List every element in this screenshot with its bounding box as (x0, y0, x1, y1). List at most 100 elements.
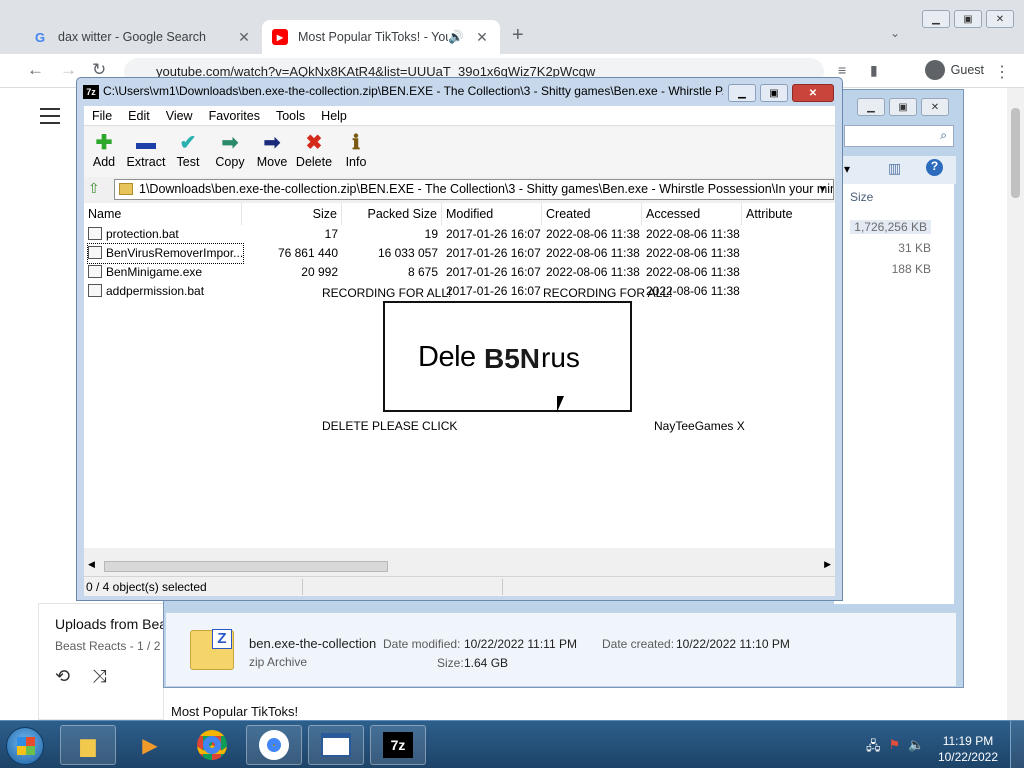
back-arrow-icon[interactable]: ← (27, 60, 44, 80)
clock[interactable]: 11:19 PM 10/22/2022 (938, 733, 998, 765)
table-row[interactable]: protection.bat 17 19 2017-01-26 16:07 20… (84, 225, 835, 244)
taskbar: ▆ ▶ 7z 🖧 ⚑ 🔈 11:19 PM 10/22/2022 (0, 720, 1024, 768)
chevron-down-icon[interactable]: ▼ (818, 180, 827, 199)
close-icon[interactable]: ✕ (474, 29, 490, 46)
minus-icon: ▬ (136, 132, 156, 154)
horizontal-scrollbar[interactable]: ◀ ▶ (84, 558, 835, 575)
close-button[interactable]: ✕ (792, 84, 834, 102)
taskbar-chrome[interactable] (184, 725, 240, 765)
shuffle-icon[interactable]: ⤨ (92, 666, 106, 687)
action-center-icon[interactable]: ⚑ (889, 737, 901, 759)
close-icon[interactable]: ✕ (236, 29, 252, 46)
file-modified: 2017-01-26 16:07 (446, 284, 541, 298)
file-name: BenMinigame.exe (88, 263, 202, 282)
view-options-icon[interactable]: ▾ (844, 162, 850, 176)
help-icon[interactable]: ? (926, 159, 943, 176)
more-menu-icon[interactable]: ⋮ (994, 62, 1010, 82)
menu-help[interactable]: Help (321, 109, 347, 123)
menu-view[interactable]: View (166, 109, 193, 123)
tab-youtube[interactable]: ▶ Most Popular TikToks! - YouT 🔊 ✕ (262, 20, 500, 54)
close-button[interactable]: ✕ (986, 10, 1014, 28)
search-icon: ⌕ (940, 128, 947, 142)
info-button[interactable]: ℹ Info (334, 131, 378, 169)
maximize-button[interactable]: ▣ (760, 84, 788, 102)
forward-arrow-icon[interactable]: → (60, 60, 77, 80)
minimize-button[interactable]: ▁ (728, 84, 756, 102)
table-row[interactable]: BenMinigame.exe 20 992 8 675 2017-01-26 … (84, 263, 835, 282)
column-created[interactable]: Created (542, 203, 642, 225)
menu-tools[interactable]: Tools (276, 109, 305, 123)
side-panel-icon[interactable]: ▮ (870, 62, 878, 79)
scroll-right-icon[interactable]: ▶ (824, 559, 831, 570)
copy-button[interactable]: ➡ Copy (208, 131, 252, 169)
taskbar-explorer[interactable]: ▆ (60, 725, 116, 765)
volume-icon[interactable]: 🔈 (908, 737, 924, 759)
move-button[interactable]: ➡ Move (250, 131, 294, 169)
file-name: BenVirusRemoverImpor... (86, 243, 245, 264)
table-row[interactable]: BenVirusRemoverImpor... 76 861 440 16 03… (84, 243, 835, 264)
menu-edit[interactable]: Edit (128, 109, 150, 123)
maximize-button[interactable]: ▣ (954, 10, 982, 28)
minimize-button[interactable]: ▁ (857, 98, 885, 116)
zip-archive-icon: Z (190, 629, 234, 670)
exe-file-icon (88, 246, 102, 259)
start-button[interactable] (6, 727, 44, 765)
file-created: 2022-08-06 11:38 (546, 265, 640, 279)
column-modified[interactable]: Modified (442, 203, 542, 225)
clock-time: 11:19 PM (942, 734, 994, 748)
playlist-title[interactable]: Uploads from Bea (55, 616, 167, 632)
video-title[interactable]: Most Popular TikToks! (171, 704, 298, 719)
show-desktop-button[interactable] (1010, 721, 1024, 768)
menu-file[interactable]: File (92, 109, 112, 123)
delete-x-icon: ✖ (305, 132, 323, 154)
profile-button[interactable]: Guest (924, 60, 984, 80)
taskbar-chrome-active[interactable] (246, 725, 302, 765)
new-tab-button[interactable]: + (512, 24, 524, 47)
maximize-button[interactable]: ▣ (889, 98, 917, 116)
menu-favorites[interactable]: Favorites (209, 109, 260, 123)
minimize-button[interactable]: ▁ (922, 10, 950, 28)
path-combobox[interactable]: 1\Downloads\ben.exe-the-collection.zip\B… (114, 179, 834, 200)
size-column-header[interactable]: Size (850, 190, 873, 204)
details-file-name: ben.exe-the-collection (249, 636, 377, 651)
hamburger-menu-icon[interactable] (40, 108, 60, 124)
prank-popup[interactable]: Dele B5N rus (383, 301, 632, 412)
add-button[interactable]: ✚ Add (82, 131, 126, 169)
file-size: 1,726,256 KB (850, 220, 931, 234)
column-attribute[interactable]: Attribute (742, 203, 835, 225)
taskbar-7zip[interactable]: 7z (370, 725, 426, 765)
media-control-icon[interactable]: ≡ (838, 62, 846, 78)
file-accessed: 2022-08-06 11:38 (646, 265, 740, 279)
taskbar-media-player[interactable]: ▶ (122, 725, 178, 765)
network-icon[interactable]: 🖧 (866, 737, 881, 759)
column-name[interactable]: Name (84, 203, 242, 225)
media-player-icon: ▶ (142, 734, 158, 757)
taskbar-window[interactable] (308, 725, 364, 765)
search-input[interactable]: ⌕ (844, 125, 954, 147)
playlist-subtitle: Beast Reacts - 1 / 2 (55, 639, 161, 653)
preview-pane-icon[interactable]: ▥ (888, 160, 901, 177)
mouse-cursor-icon (557, 396, 564, 412)
date-created-label: Date created: (602, 637, 675, 651)
avatar-icon (924, 60, 945, 80)
column-packed-size[interactable]: Packed Size (342, 203, 442, 225)
tab-google-search[interactable]: G dax witter - Google Search ✕ (22, 20, 262, 54)
status-bar: 0 / 4 object(s) selected (84, 576, 835, 596)
extract-button[interactable]: ▬ Extract (124, 131, 168, 169)
up-folder-icon[interactable]: ⇧ (88, 180, 106, 198)
scroll-thumb[interactable] (104, 561, 388, 572)
scroll-left-icon[interactable]: ◀ (88, 559, 95, 570)
date-modified-label: Date modified: (383, 637, 461, 651)
table-row[interactable]: addpermission.bat 2017-01-26 16:07 2022-… (84, 282, 835, 301)
close-button[interactable]: ✕ (921, 98, 949, 116)
overlay-text: DELETE PLEASE CLICK (322, 419, 458, 433)
test-button[interactable]: ✔ Test (166, 131, 210, 169)
column-size[interactable]: Size (242, 203, 342, 225)
tab-search-icon[interactable]: ⌄ (890, 26, 900, 40)
speaker-icon[interactable]: 🔊 (448, 30, 464, 45)
column-accessed[interactable]: Accessed (642, 203, 742, 225)
delete-button[interactable]: ✖ Delete (292, 131, 336, 169)
file-packed-size: 8 675 (407, 265, 438, 279)
loop-icon[interactable]: ⟲ (55, 666, 70, 687)
page-scrollbar[interactable] (1007, 88, 1024, 720)
